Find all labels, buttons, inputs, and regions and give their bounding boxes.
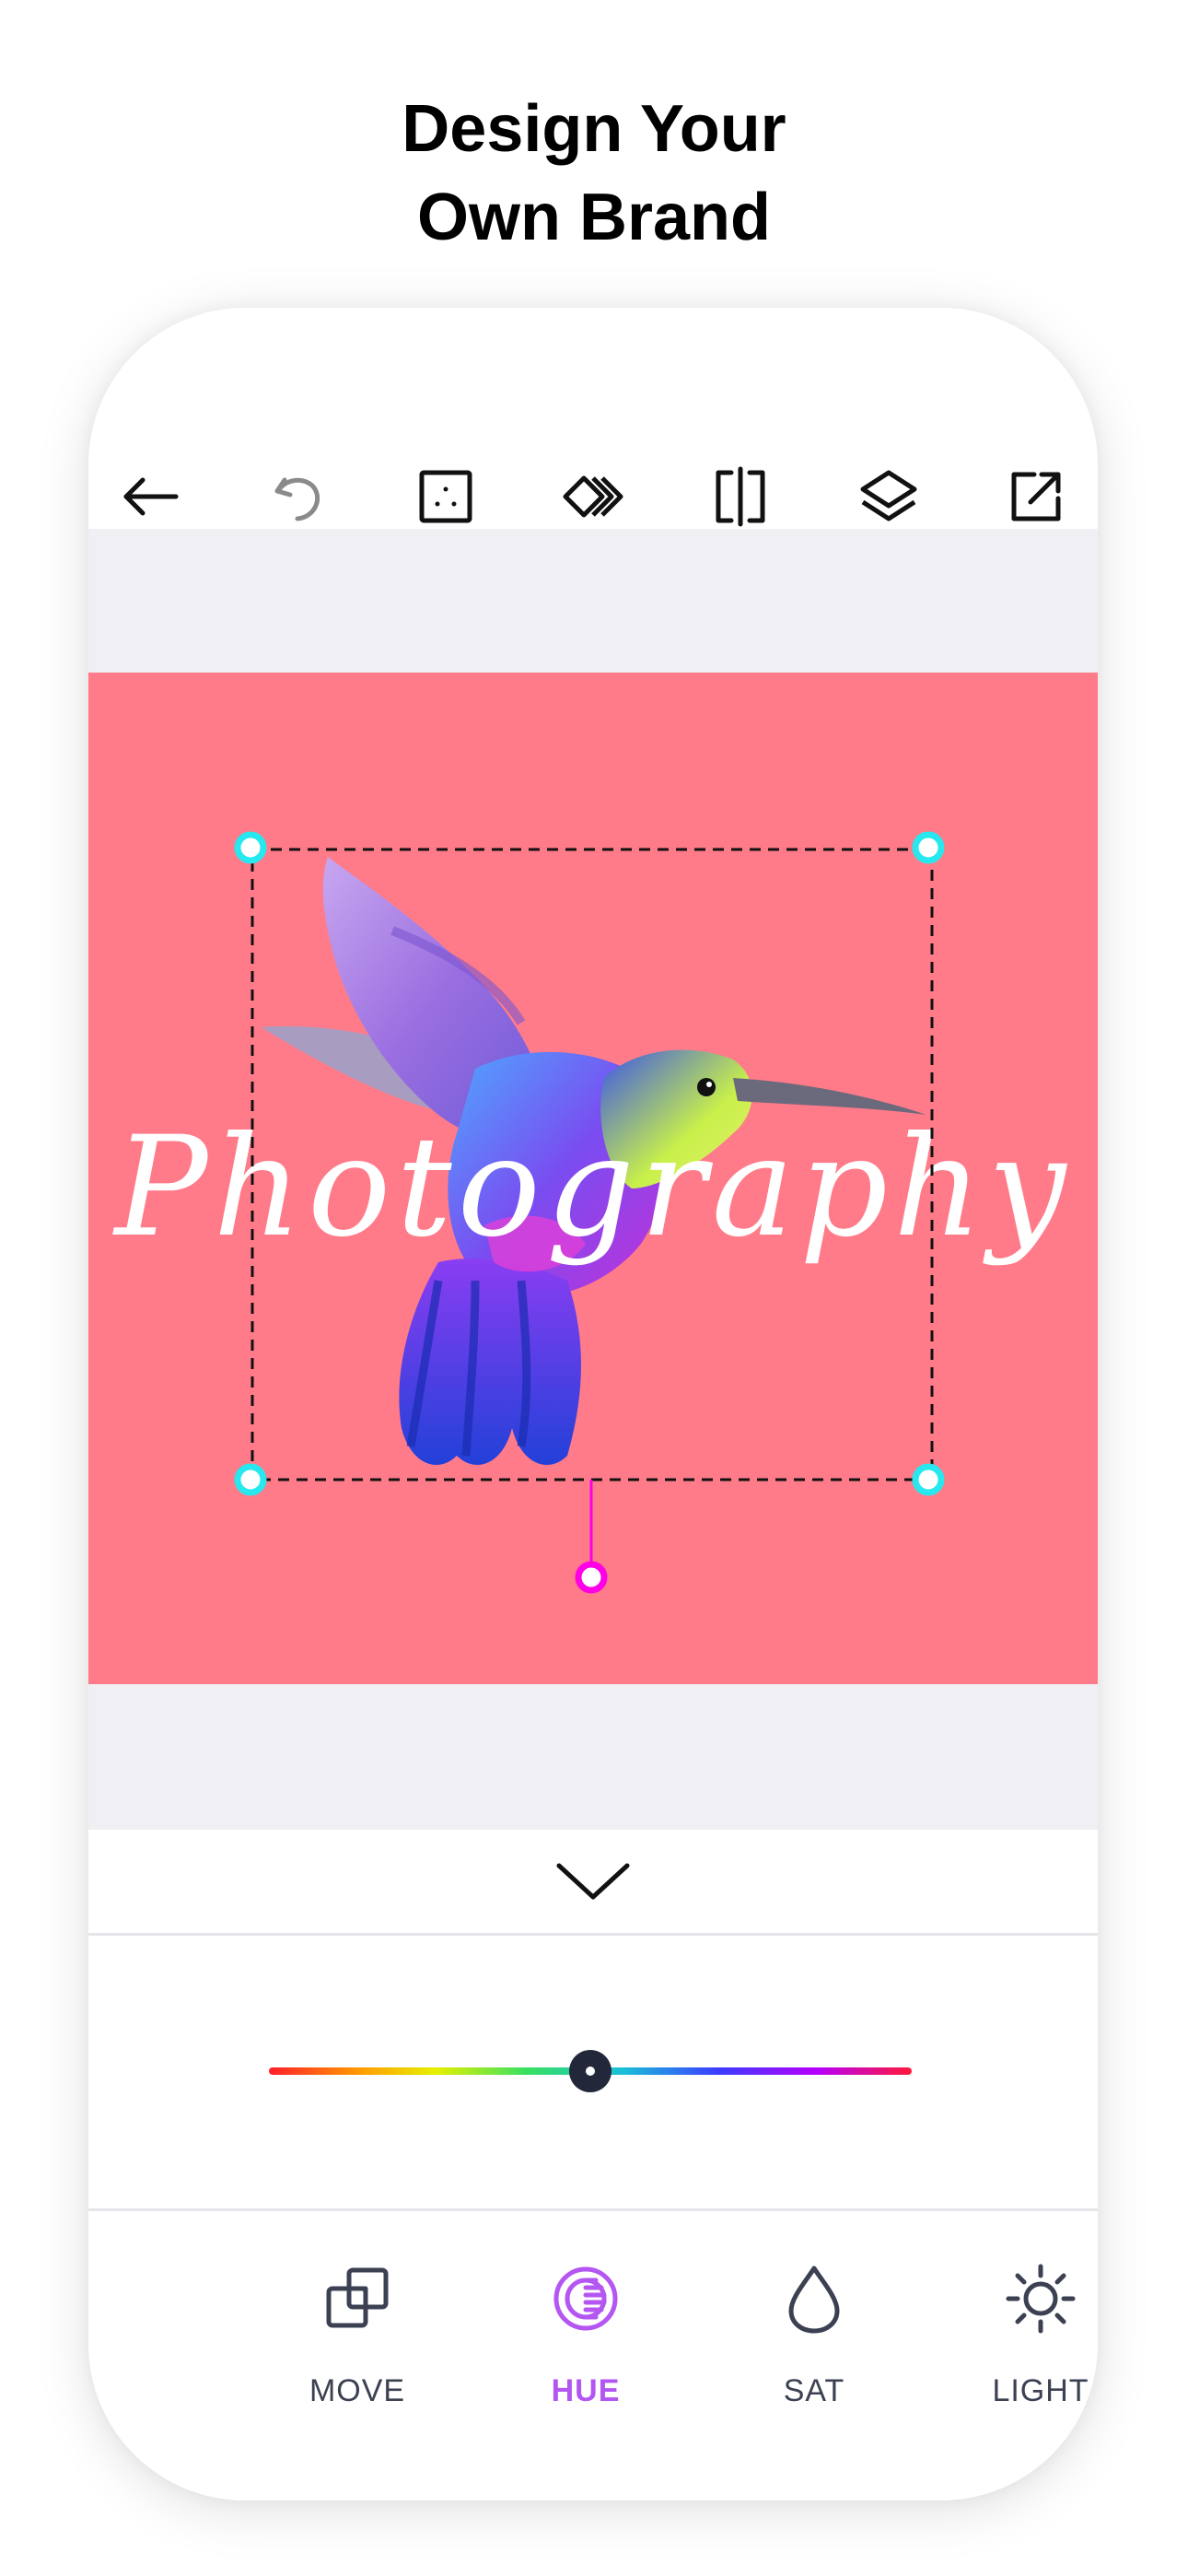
canvas-artwork: Photography	[112, 831, 1072, 1594]
hue-slider-thumb[interactable]	[569, 2050, 611, 2092]
tab-sat-label: SAT	[783, 2373, 845, 2408]
tab-move[interactable]: MOVE	[256, 2211, 459, 2451]
diamond-layers-icon	[563, 475, 623, 518]
headline: Design Your Own Brand	[0, 85, 1188, 262]
hue-icon	[553, 2266, 618, 2331]
tab-light-label: LIGHT	[992, 2373, 1089, 2408]
headline-line-2: Own Brand	[416, 181, 771, 254]
tool-tab-bar: MOVE HUE SAT LIGHT	[88, 2211, 1098, 2500]
export-icon	[1011, 472, 1061, 521]
thumb-dot	[586, 2067, 595, 2076]
arrow-left-icon	[123, 477, 179, 516]
resize-handle-bottom-right[interactable]	[912, 1463, 945, 1496]
flip-horizontal-icon	[716, 466, 765, 527]
phone-frame: Photography MOVE HUE SAT LIGHT	[88, 308, 1098, 2500]
sun-icon	[1006, 2264, 1076, 2334]
canvas-area: Photography	[88, 529, 1098, 1830]
headline-line-1: Design Your	[402, 92, 786, 166]
resize-handle-top-right[interactable]	[912, 831, 945, 864]
dotted-square-icon	[419, 470, 472, 523]
rotate-handle[interactable]	[575, 1561, 608, 1594]
design-canvas[interactable]: Photography	[88, 673, 1098, 1684]
tab-sat[interactable]: SAT	[713, 2211, 915, 2451]
tab-hue[interactable]: HUE	[484, 2211, 687, 2451]
adjustment-panel	[88, 1936, 1098, 2211]
resize-handle-bottom-left[interactable]	[234, 1463, 267, 1496]
tab-light[interactable]: LIGHT	[939, 2211, 1098, 2451]
tab-hue-label: HUE	[551, 2373, 621, 2408]
tab-move-label: MOVE	[309, 2373, 406, 2408]
layers-icon	[860, 470, 917, 521]
chevron-down-icon	[556, 1863, 630, 1900]
undo-icon	[274, 477, 320, 521]
collapse-panel-button[interactable]	[88, 1830, 1098, 1936]
move-layers-icon	[326, 2267, 389, 2328]
resize-handle-top-left[interactable]	[234, 831, 267, 864]
drop-icon	[788, 2266, 840, 2334]
photography-text-layer[interactable]: Photography	[112, 1107, 1072, 1268]
